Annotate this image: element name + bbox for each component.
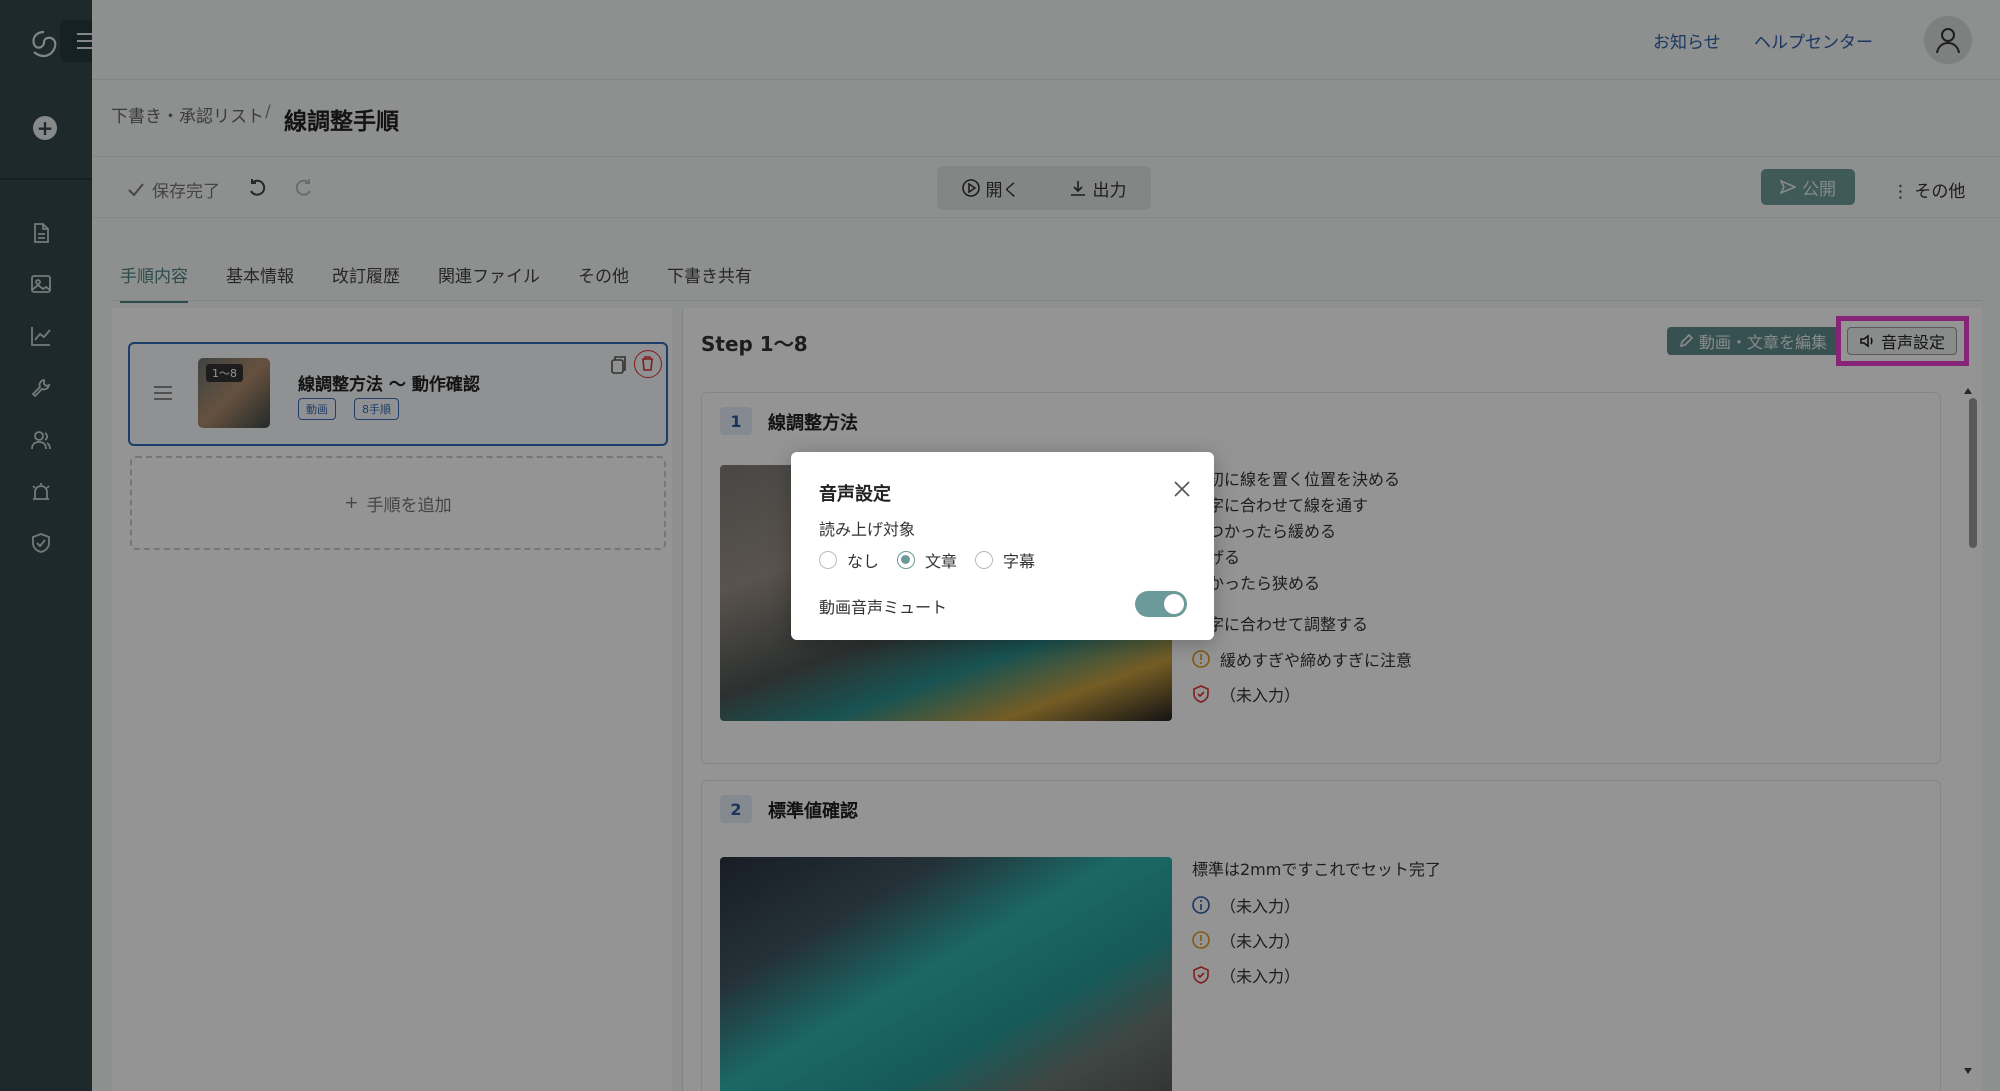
radio-label: 文章: [925, 552, 958, 571]
video-mute-label: 動画音声ミュート: [819, 598, 948, 617]
radio-circle[interactable]: [975, 551, 994, 569]
read-target-label: 読み上げ対象: [819, 520, 916, 539]
video-mute-toggle[interactable]: [1135, 591, 1187, 617]
radio-subtitles[interactable]: 字幕: [975, 548, 1035, 572]
read-target-options: なし 文章 字幕: [819, 548, 1035, 572]
radio-circle[interactable]: [819, 551, 837, 569]
radio-label: 字幕: [1003, 552, 1036, 571]
radio-label: なし: [847, 552, 880, 571]
close-icon[interactable]: [1173, 480, 1191, 498]
radio-circle-selected[interactable]: [897, 551, 916, 569]
radio-text[interactable]: 文章: [897, 548, 957, 572]
voice-settings-dialog: 音声設定 読み上げ対象 なし 文章 字幕 動画音声ミュート: [791, 452, 1214, 640]
dialog-title: 音声設定: [819, 484, 891, 505]
toggle-knob: [1164, 594, 1184, 614]
radio-none[interactable]: なし: [819, 548, 879, 572]
